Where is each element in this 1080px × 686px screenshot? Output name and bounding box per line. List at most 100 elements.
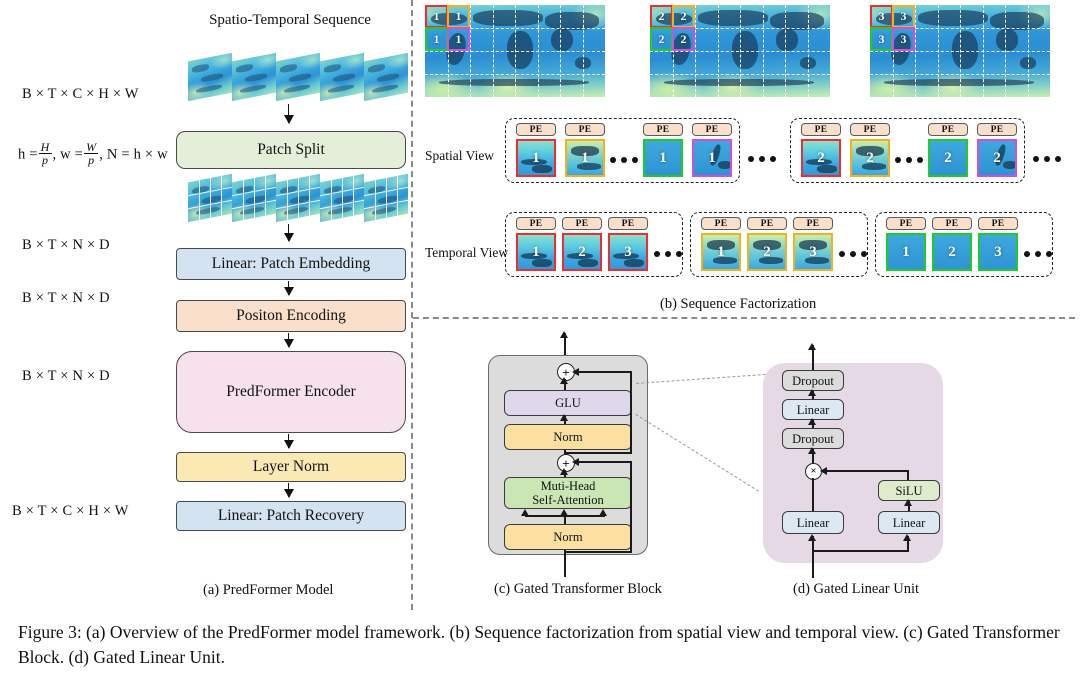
input-frame <box>276 52 320 102</box>
patch-formula-w-num: W <box>86 140 97 154</box>
arrow-to-patch-embedding <box>284 224 294 242</box>
pe-badge: PE <box>516 217 556 230</box>
glu-block-linear-upper[interactable]: Linear <box>782 399 844 420</box>
figure-root: Spatio-Temporal Sequence B × T × C × H ×… <box>0 0 1080 686</box>
temporal-token[interactable]: 2 <box>932 233 972 271</box>
temporal-token[interactable]: 2 <box>747 233 787 271</box>
map-cell-orange[interactable]: 2 <box>672 5 695 28</box>
map-cell-green[interactable]: 2 <box>650 27 673 51</box>
pe-badge: PE <box>978 217 1018 230</box>
block-patch-split[interactable]: Patch Split <box>176 131 406 169</box>
temporal-token[interactable]: 2 <box>562 233 602 271</box>
map-cell-magenta[interactable]: 3 <box>892 27 915 51</box>
glu-gate-line <box>826 470 909 472</box>
block-position-encoding[interactable]: Positon Encoding <box>176 300 406 332</box>
input-frame <box>320 52 364 102</box>
arrow-to-layer-norm <box>284 434 294 449</box>
glu-block-dropout-top-label: Dropout <box>792 373 834 388</box>
pe-badge: PE <box>747 217 787 230</box>
map-cell-red[interactable]: 3 <box>870 5 893 28</box>
ellipsis-dots <box>1033 156 1061 162</box>
patched-frame <box>364 173 408 223</box>
ellipsis-dots <box>610 157 638 163</box>
map-cell-magenta[interactable]: 1 <box>447 27 470 51</box>
temporal-token[interactable]: 1 <box>516 233 556 271</box>
gtb-qkv-arrowhead <box>599 509 607 516</box>
token-number: 3 <box>809 243 817 260</box>
block-patch-recovery[interactable]: Linear: Patch Recovery <box>176 501 406 531</box>
block-predformer-encoder[interactable]: PredFormer Encoder <box>176 351 406 433</box>
gtb-block-mhsa-line2: Self-Attention <box>532 493 604 507</box>
patch-formula-w-den: p <box>84 153 99 166</box>
token-number: 1 <box>659 149 667 166</box>
map-cell-red[interactable]: 2 <box>650 5 673 28</box>
block-patch-embedding[interactable]: Linear: Patch Embedding <box>176 248 406 280</box>
glu-block-linear-left[interactable]: Linear <box>782 511 844 534</box>
map-cell-magenta[interactable]: 2 <box>672 27 695 51</box>
pe-badge: PE <box>977 123 1017 136</box>
pe-badge: PE <box>928 123 968 136</box>
glu-block-dropout-top[interactable]: Dropout <box>782 370 844 391</box>
glu-input-split <box>812 550 909 552</box>
temporal-token[interactable]: 3 <box>793 233 833 271</box>
token-number: 2 <box>763 243 771 260</box>
spatial-group-2: PE PE PE PE 2 2 2 2 <box>790 118 1025 183</box>
gtb-arrowhead <box>560 468 568 475</box>
token-number: 2 <box>944 149 952 166</box>
dim-label-4: B × T × N × D <box>22 368 110 384</box>
gtb-block-norm-lower[interactable]: Norm <box>504 524 632 550</box>
patched-frame <box>320 173 364 223</box>
glu-block-silu[interactable]: SiLU <box>878 480 940 501</box>
glu-arrowhead <box>808 534 816 541</box>
patch-formula-w: , w = <box>52 146 84 163</box>
map-cell-orange[interactable]: 3 <box>892 5 915 28</box>
pe-badge: PE <box>793 217 833 230</box>
glu-input-line <box>812 550 814 578</box>
map-cell-red[interactable]: 1 <box>425 5 448 28</box>
figure-caption: Figure 3: (a) Overview of the PredFormer… <box>18 622 1060 667</box>
temporal-token[interactable]: 1 <box>886 233 926 271</box>
temporal-group-green: PE PE PE 1 2 3 <box>875 212 1053 277</box>
temporal-token[interactable]: 1 <box>701 233 741 271</box>
glu-arrowhead <box>808 447 816 454</box>
gtb-block-norm-upper[interactable]: Norm <box>504 424 632 450</box>
glu-gate-arrowhead <box>820 466 827 475</box>
gtb-block-glu[interactable]: GLU <box>504 390 632 416</box>
map-cell-orange[interactable]: 1 <box>447 5 470 28</box>
glu-arrowhead <box>808 418 816 425</box>
spatial-group-1: PE PE PE PE 1 1 1 1 <box>505 118 740 183</box>
glu-block-linear-right[interactable]: Linear <box>878 511 940 534</box>
token-number: 1 <box>717 243 725 260</box>
map-cell-green[interactable]: 3 <box>870 27 893 51</box>
token-number: 3 <box>624 243 632 260</box>
temporal-token[interactable]: 3 <box>978 233 1018 271</box>
spatial-token-red[interactable]: 1 <box>516 139 556 177</box>
gtb-qkv-arrowhead <box>521 509 529 516</box>
glu-block-dropout-lower[interactable]: Dropout <box>782 428 844 449</box>
gtb-input-line <box>564 555 566 577</box>
spatial-token-green[interactable]: 2 <box>928 139 968 177</box>
glu-leader-bottom <box>635 414 759 492</box>
ellipsis-dots <box>654 251 682 257</box>
gtb-residual-line <box>630 372 632 453</box>
arrow-to-encoder <box>284 333 294 348</box>
patch-formula-h: h = <box>18 146 38 163</box>
token-number: 2 <box>578 243 586 260</box>
temporal-token[interactable]: 3 <box>608 233 648 271</box>
gtb-block-mhsa[interactable]: Muti-Head Self-Attention <box>504 477 632 509</box>
block-patch-split-label: Patch Split <box>257 141 325 158</box>
spatial-token-green[interactable]: 1 <box>643 139 683 177</box>
spatial-token-orange[interactable]: 1 <box>565 139 605 177</box>
spatial-token-magenta[interactable]: 1 <box>692 139 732 177</box>
block-layer-norm[interactable]: Layer Norm <box>176 452 406 482</box>
spatial-token-red[interactable]: 2 <box>801 139 841 177</box>
spatial-token-orange[interactable]: 2 <box>850 139 890 177</box>
map-cell-green[interactable]: 1 <box>425 27 448 51</box>
block-patch-embedding-label: Linear: Patch Embedding <box>211 255 371 272</box>
glu-block-linear-left-label: Linear <box>796 515 830 530</box>
horizontal-divider <box>413 317 1075 319</box>
panel-d-subcaption: (d) Gated Linear Unit <box>793 581 920 597</box>
panel-b-subcaption: (b) Sequence Factorization <box>660 296 817 312</box>
ellipsis-dots <box>1024 251 1052 257</box>
spatial-token-magenta[interactable]: 2 <box>977 139 1017 177</box>
